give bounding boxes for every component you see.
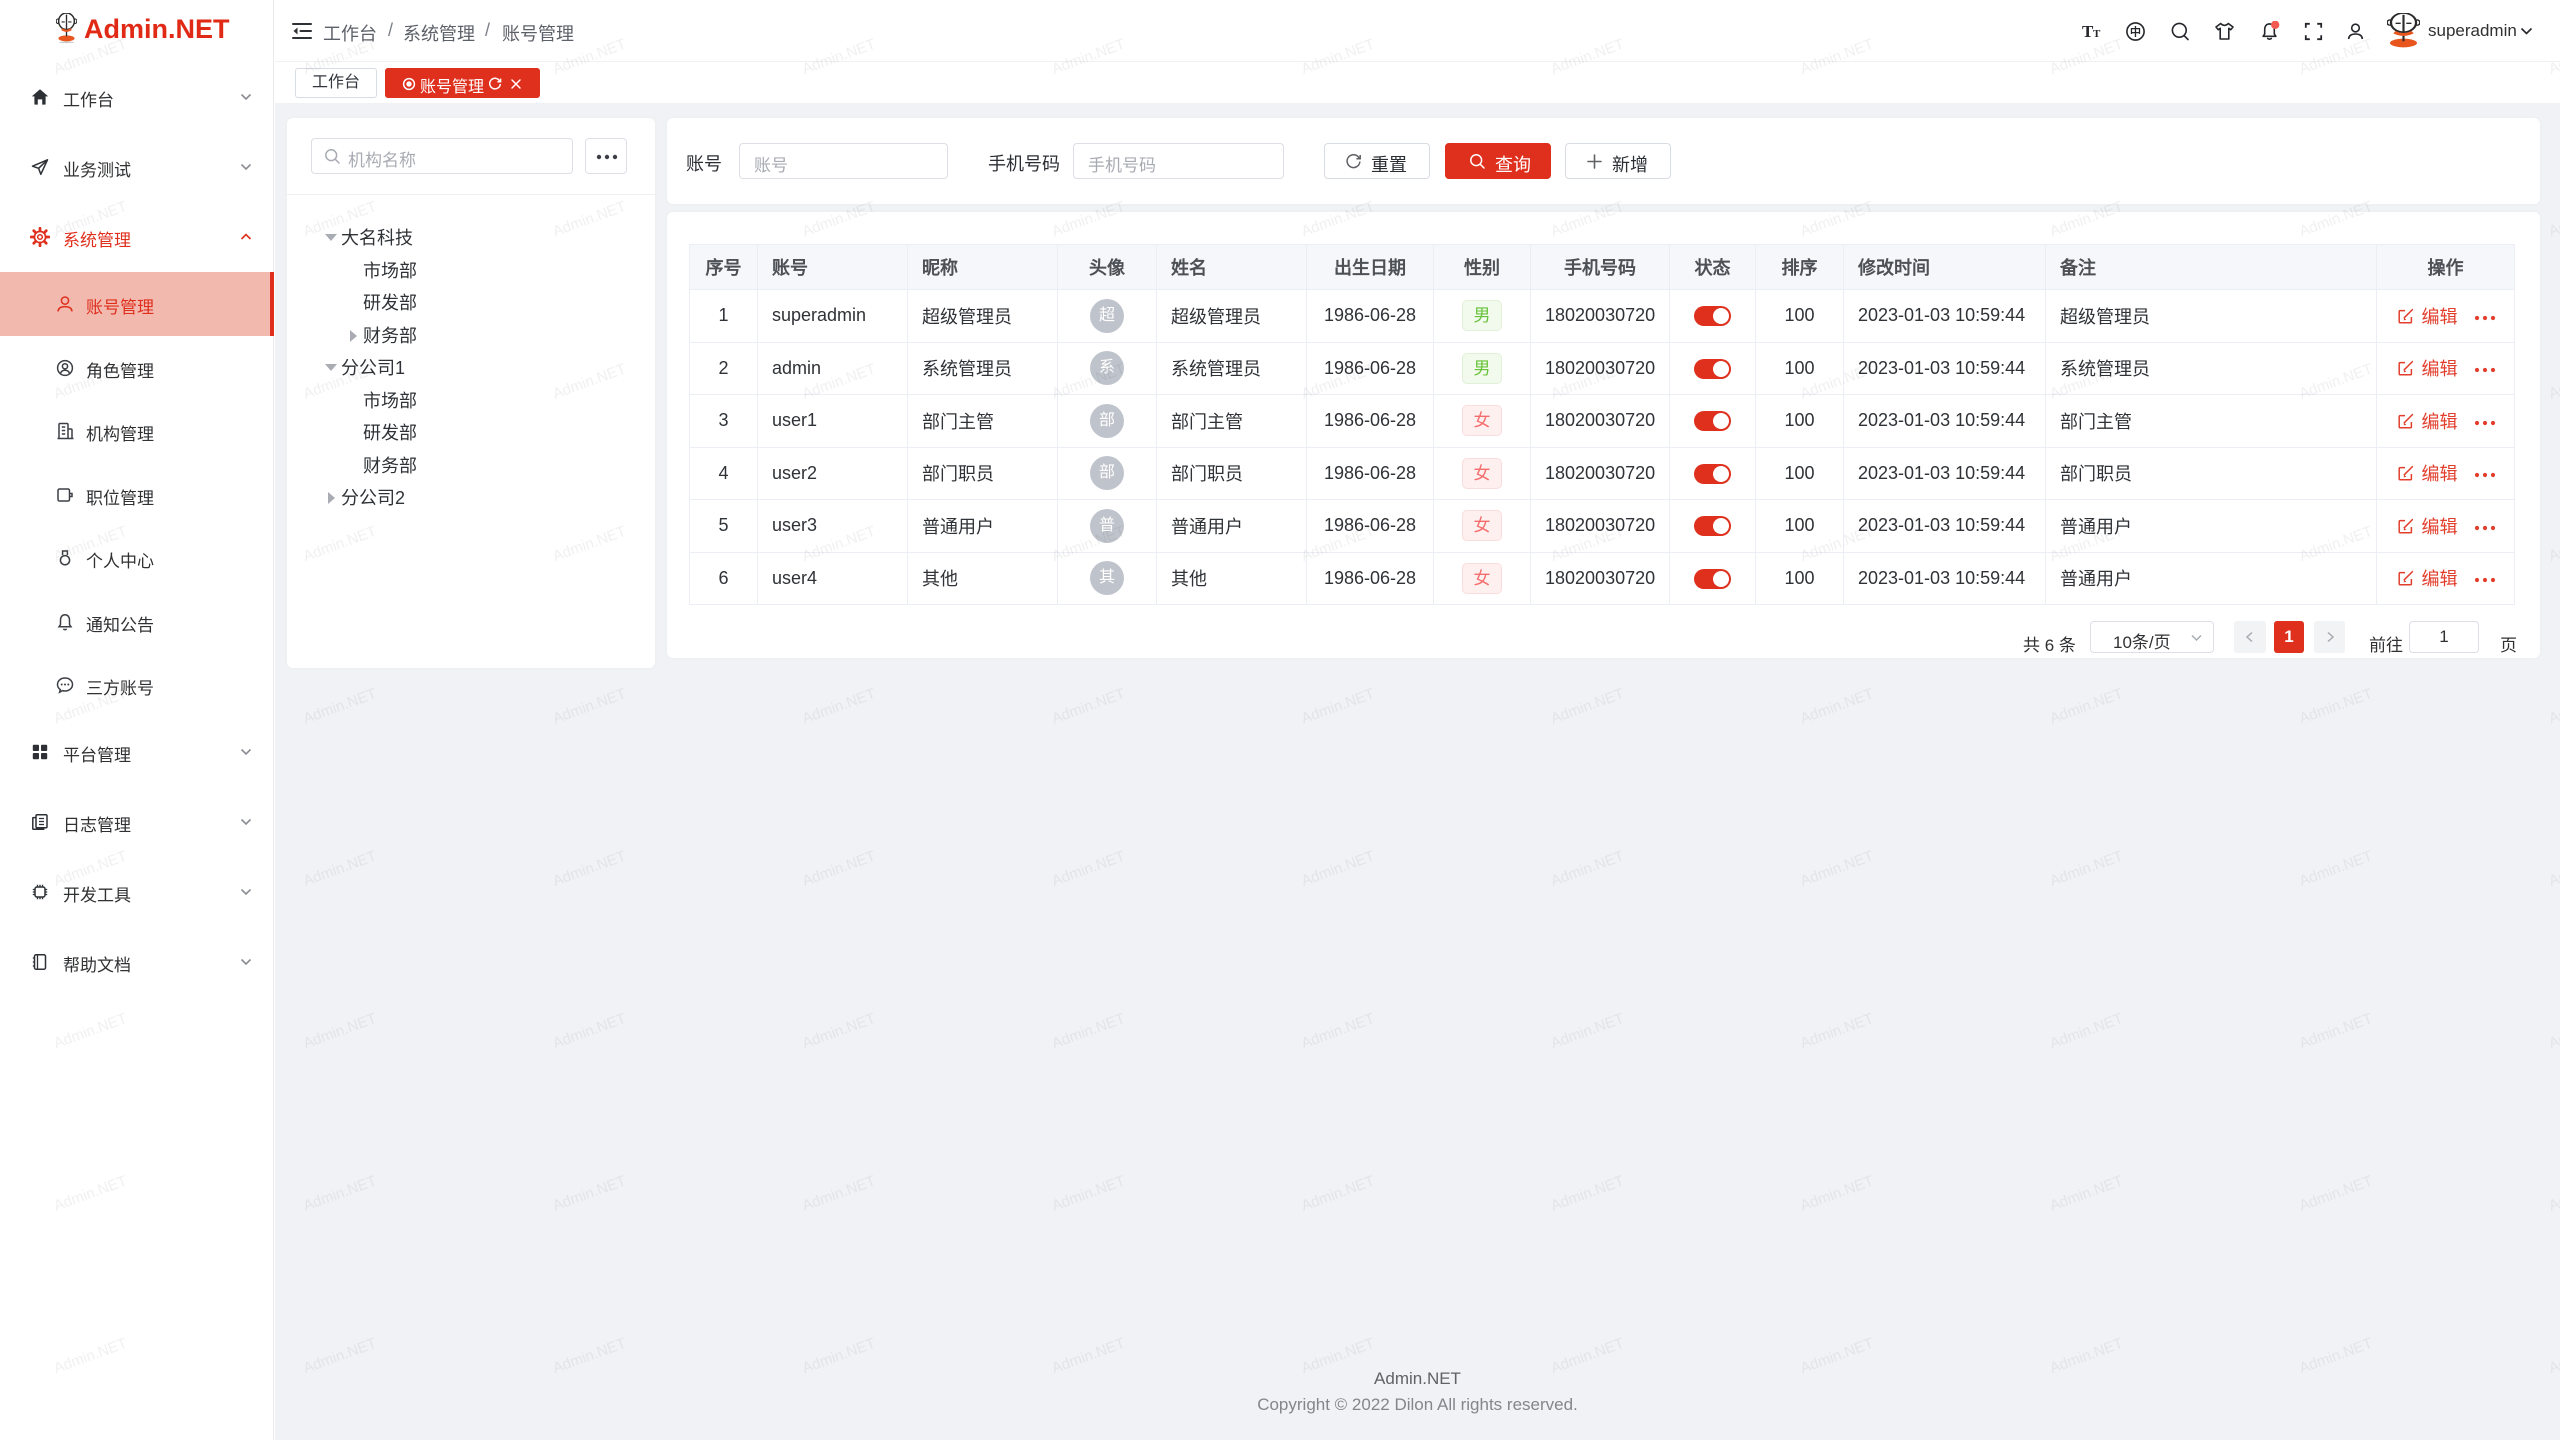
svg-text:T: T	[2093, 28, 2101, 40]
svg-text:中: 中	[2130, 25, 2141, 39]
